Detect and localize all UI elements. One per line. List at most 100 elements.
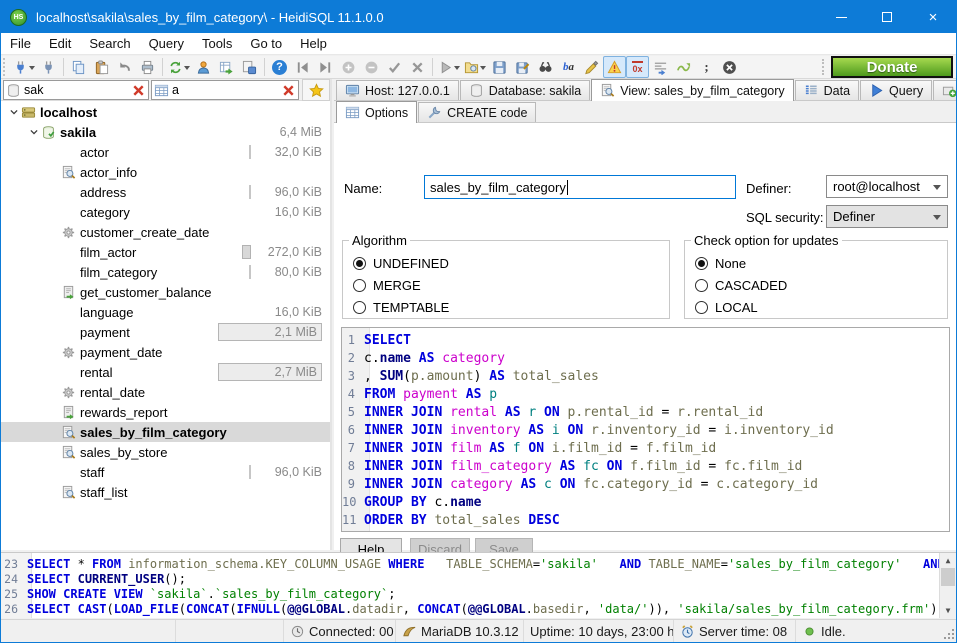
radio-cascaded[interactable]: CASCADED — [695, 274, 937, 296]
delete-record-icon[interactable] — [360, 56, 383, 78]
tree-item-film_actor[interactable]: film_actor272,0 KiB — [1, 242, 330, 262]
last-record-icon[interactable] — [314, 56, 337, 78]
view-name-value: sales_by_film_category — [430, 180, 566, 195]
jump-to-statement-icon[interactable] — [649, 56, 672, 78]
menu-file[interactable]: File — [1, 33, 40, 54]
close-button[interactable]: × — [910, 1, 956, 33]
definer-combobox[interactable]: root@localhost — [826, 175, 948, 198]
tree-item-staff_list[interactable]: staff_list — [1, 482, 330, 502]
tree-item-language[interactable]: language16,0 KiB — [1, 302, 330, 322]
size-value: 272,0 KiB — [256, 245, 322, 259]
scroll-up-icon[interactable]: ▲ — [940, 553, 956, 568]
bind-parameters-icon[interactable] — [672, 56, 695, 78]
tree-item-film_category[interactable]: film_category80,0 KiB — [1, 262, 330, 282]
tree-item-category[interactable]: category16,0 KiB — [1, 202, 330, 222]
donate-button[interactable]: Donate — [831, 56, 953, 78]
radio-none[interactable]: None — [695, 252, 937, 274]
copy-database-icon[interactable] — [238, 56, 261, 78]
code-line: 1SELECT — [342, 331, 949, 349]
maximize-button[interactable] — [864, 1, 910, 33]
database-filter-input[interactable]: sak — [3, 80, 149, 100]
tab-host[interactable]: Host: 127.0.0.1 — [336, 80, 459, 100]
menu-go-to[interactable]: Go to — [241, 33, 291, 54]
export-tables-icon[interactable] — [215, 56, 238, 78]
insert-record-icon[interactable] — [337, 56, 360, 78]
user-manager-icon[interactable] — [192, 56, 215, 78]
print-icon[interactable] — [136, 56, 159, 78]
minimize-button[interactable] — [818, 1, 864, 33]
menu-search[interactable]: Search — [80, 33, 139, 54]
load-sql-file-icon[interactable] — [462, 56, 488, 78]
radio-temptable[interactable]: TEMPTABLE — [353, 296, 659, 318]
tab-options[interactable]: Options — [336, 101, 417, 123]
size-value: 80,0 KiB — [256, 265, 322, 279]
new-query-tab[interactable] — [933, 80, 957, 100]
tab-query[interactable]: Query — [860, 80, 932, 100]
funcscroll-icon — [61, 405, 80, 420]
expand-chevron-icon[interactable] — [27, 127, 41, 137]
tree-item-label: actor — [80, 145, 249, 160]
copy-icon[interactable] — [67, 56, 90, 78]
tree-item-get_customer_balance[interactable]: get_customer_balance — [1, 282, 330, 302]
definer-label: Definer: — [746, 181, 792, 196]
clear-database-filter-icon[interactable] — [131, 83, 146, 98]
resize-grip[interactable] — [944, 629, 954, 639]
tree-item-payment_date[interactable]: payment_date — [1, 342, 330, 362]
save-sql-icon[interactable] — [488, 56, 511, 78]
execute-sql-icon[interactable] — [436, 56, 462, 78]
tree-item-staff[interactable]: staff96,0 KiB — [1, 462, 330, 482]
cancel-editing-icon[interactable] — [406, 56, 429, 78]
tab-data[interactable]: Data — [795, 80, 859, 100]
tree-item-actor_info[interactable]: actor_info — [1, 162, 330, 182]
radio-local[interactable]: LOCAL — [695, 296, 937, 318]
tab-view[interactable]: View: sales_by_film_category — [591, 79, 793, 101]
undo-icon[interactable] — [113, 56, 136, 78]
scroll-down-icon[interactable]: ▼ — [940, 603, 956, 618]
session-manager-icon[interactable] — [11, 56, 37, 78]
clear-table-filter-icon[interactable] — [281, 83, 296, 98]
favorites-filter-button[interactable] — [302, 79, 330, 101]
expand-chevron-icon[interactable] — [7, 107, 21, 117]
tree-item-rental_date[interactable]: rental_date — [1, 382, 330, 402]
save-sql-as-icon[interactable] — [511, 56, 534, 78]
scrollbar-thumb[interactable] — [941, 568, 955, 586]
menu-tools[interactable]: Tools — [193, 33, 241, 54]
tab-database[interactable]: Database: sakila — [460, 80, 590, 100]
view-name-input[interactable]: sales_by_film_category — [424, 175, 736, 199]
tree-item-sakila[interactable]: sakila6,4 MiB — [1, 122, 330, 142]
radio-undefined[interactable]: UNDEFINED — [353, 252, 659, 274]
tree-item-rewards_report[interactable]: rewards_report — [1, 402, 330, 422]
find-text-icon[interactable] — [534, 56, 557, 78]
menu-query[interactable]: Query — [140, 33, 193, 54]
first-record-icon[interactable] — [291, 56, 314, 78]
paste-icon[interactable] — [90, 56, 113, 78]
semicolon-delimiter-icon[interactable]: ; — [695, 56, 718, 78]
tree-item-rental[interactable]: rental2,7 MiB — [1, 362, 330, 382]
refresh-icon[interactable] — [166, 56, 192, 78]
tree-item-customer_create_date[interactable]: customer_create_date — [1, 222, 330, 242]
radio-merge[interactable]: MERGE — [353, 274, 659, 296]
tree-item-localhost[interactable]: localhost — [1, 102, 330, 122]
help-icon[interactable]: ? — [268, 56, 291, 78]
binary-as-hex-icon[interactable]: 0x — [626, 56, 649, 78]
tree-item-payment[interactable]: payment2,1 MiB — [1, 322, 330, 342]
sql-security-combobox[interactable]: Definer — [826, 205, 948, 228]
tree-item-sales_by_film_category[interactable]: sales_by_film_category — [1, 422, 330, 442]
post-changes-icon[interactable] — [383, 56, 406, 78]
menu-edit[interactable]: Edit — [40, 33, 80, 54]
replace-text-icon[interactable]: ba — [557, 56, 580, 78]
highlight-errors-icon[interactable] — [603, 56, 626, 78]
log-scrollbar[interactable]: ▲ ▼ — [939, 553, 956, 618]
table-filter-input[interactable]: a — [151, 80, 299, 100]
tree-item-actor[interactable]: actor32,0 KiB — [1, 142, 330, 162]
sql-source-editor[interactable]: 1SELECT2c.name AS category3, SUM(p.amoun… — [341, 327, 950, 532]
menu-help[interactable]: Help — [291, 33, 336, 54]
tree-item-address[interactable]: address96,0 KiB — [1, 182, 330, 202]
disconnect-icon[interactable] — [37, 56, 60, 78]
stop-process-icon[interactable] — [718, 56, 741, 78]
tree-item-sales_by_store[interactable]: sales_by_store — [1, 442, 330, 462]
sql-token: AS — [489, 369, 505, 384]
sql-token: CAST — [78, 602, 107, 616]
tab-create-code[interactable]: CREATE code — [418, 102, 536, 122]
reformat-sql-icon[interactable] — [580, 56, 603, 78]
